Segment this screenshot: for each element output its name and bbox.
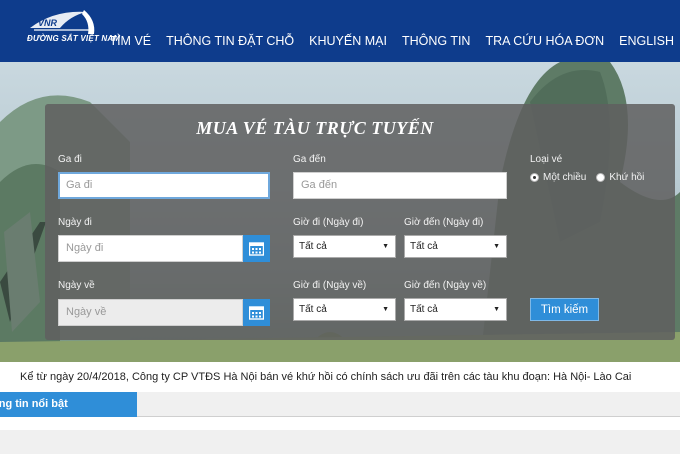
chevron-down-icon: ▼: [493, 306, 500, 313]
logo-letters: VNR: [38, 18, 58, 28]
depart-time-label: Giờ đi (Ngày đi): [293, 217, 364, 228]
return-depart-time-value: Tất cả: [299, 304, 327, 315]
search-button[interactable]: Tìm kiếm: [530, 298, 599, 321]
ticket-type-label: Loại vé: [530, 154, 563, 165]
news-ticker-text[interactable]: Kể từ ngày 20/4/2018, Công ty CP VTĐS Hà…: [20, 371, 631, 383]
depart-date-input[interactable]: Ngày đi: [58, 235, 243, 262]
return-arrive-time-select[interactable]: Tất cả ▼: [404, 298, 507, 321]
round-trip-option[interactable]: Khứ hồi: [596, 172, 644, 183]
one-way-label: Một chiều: [543, 172, 587, 183]
nav-find-ticket[interactable]: TÌM VÉ: [109, 34, 151, 48]
panel-title: MUA VÉ TÀU TRỰC TUYẾN: [196, 118, 434, 138]
to-station-input[interactable]: Ga đến: [293, 172, 507, 199]
nav-booking-info[interactable]: THÔNG TIN ĐẶT CHỖ: [166, 34, 294, 48]
to-station-label: Ga đến: [293, 154, 326, 165]
nav-invoice-lookup[interactable]: TRA CỨU HÓA ĐƠN: [485, 34, 604, 48]
main-nav: TÌM VÉ THÔNG TIN ĐẶT CHỖ KHUYẾN MẠI THÔN…: [94, 0, 674, 62]
return-date-label: Ngày về: [58, 280, 95, 291]
nav-promotions[interactable]: KHUYẾN MẠI: [309, 34, 387, 48]
depart-time-select[interactable]: Tất cả ▼: [293, 235, 396, 258]
return-date-input[interactable]: Ngày về: [58, 299, 243, 326]
round-trip-label: Khứ hồi: [609, 172, 645, 183]
one-way-option[interactable]: Một chiều: [530, 172, 586, 183]
depart-calendar-icon[interactable]: [243, 235, 270, 262]
depart-date-label: Ngày đi: [58, 217, 92, 228]
chevron-down-icon: ▼: [382, 243, 389, 250]
ticket-type-group: Một chiều Khứ hồi: [530, 172, 654, 183]
nav-information[interactable]: THÔNG TIN: [402, 34, 471, 48]
return-calendar-icon[interactable]: [243, 299, 270, 326]
highlight-news-tab[interactable]: ông tin nổi bật: [0, 392, 137, 417]
page-footer-bg: [0, 430, 680, 454]
news-ticker: Kể từ ngày 20/4/2018, Công ty CP VTĐS Hà…: [0, 362, 680, 392]
one-way-radio[interactable]: [530, 173, 539, 182]
chevron-down-icon: ▼: [493, 243, 500, 250]
nav-english[interactable]: ENGLISH: [619, 34, 674, 48]
depart-time-value: Tất cả: [299, 241, 327, 252]
header-bar: VNR ĐƯỜNG SẮT VIỆT NAM TÌM VÉ THÔNG TIN …: [0, 0, 680, 62]
arrive-time-label: Giờ đến (Ngày đi): [404, 217, 484, 228]
arrive-time-select[interactable]: Tất cả ▼: [404, 235, 507, 258]
chevron-down-icon: ▼: [382, 306, 389, 313]
search-panel: MUA VÉ TÀU TRỰC TUYẾN Ga đi Ga đi Ga đến…: [45, 104, 675, 340]
return-arrive-time-label: Giờ đến (Ngày về): [404, 280, 487, 291]
arrive-time-value: Tất cả: [410, 241, 438, 252]
highlight-tab-label: ông tin nổi bật: [0, 398, 68, 410]
return-depart-time-select[interactable]: Tất cả ▼: [293, 298, 396, 321]
from-station-label: Ga đi: [58, 154, 82, 165]
return-arrive-time-value: Tất cả: [410, 304, 438, 315]
return-depart-time-label: Giờ đi (Ngày về): [293, 280, 367, 291]
round-trip-radio[interactable]: [596, 173, 606, 182]
from-station-input[interactable]: Ga đi: [58, 172, 270, 199]
